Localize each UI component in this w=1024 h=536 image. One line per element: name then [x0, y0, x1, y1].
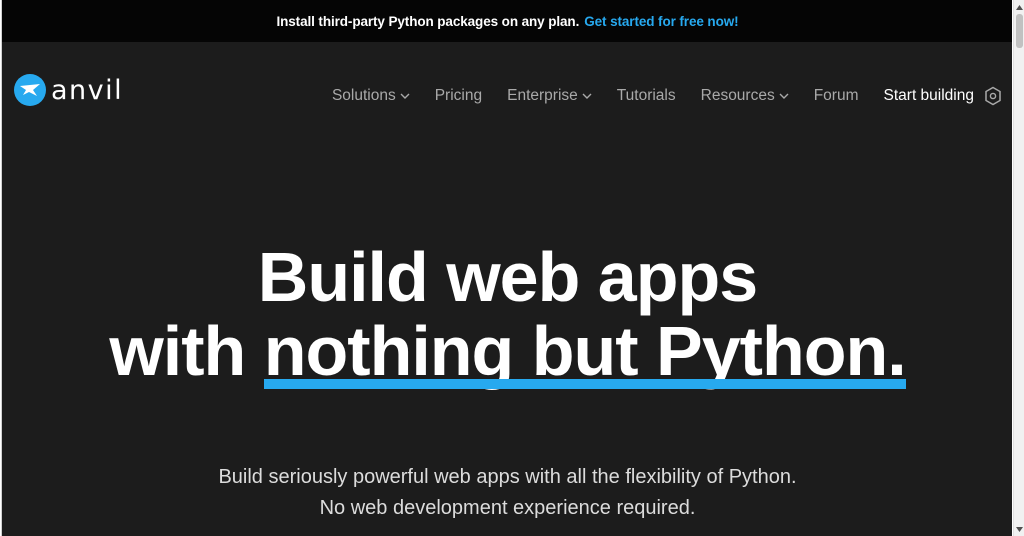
- nav-item-pricing[interactable]: Pricing: [435, 87, 482, 105]
- vertical-scrollbar[interactable]: [1013, 0, 1024, 536]
- chevron-down-icon: [582, 91, 592, 101]
- logo-link[interactable]: anvil: [14, 74, 123, 106]
- hero-subtitle: Build seriously powerful web apps with a…: [2, 462, 1012, 524]
- chevron-down-icon: [400, 91, 410, 101]
- scroll-down-arrow-icon[interactable]: [1014, 522, 1024, 536]
- start-building-link[interactable]: Start building: [884, 87, 974, 105]
- nav-item-label: Enterprise: [507, 87, 578, 104]
- nav-item-label: Resources: [700, 87, 775, 104]
- nav-item-resources[interactable]: Resources: [701, 87, 789, 105]
- anvil-logo-icon: [14, 74, 46, 106]
- main-nav: Solutions Pricing Enterprise Tutorials R…: [307, 84, 1002, 108]
- subtitle-line-1: Build seriously powerful web apps with a…: [218, 466, 797, 488]
- nav-item-label: Tutorials: [616, 87, 676, 104]
- nav-item-label: Pricing: [434, 87, 483, 104]
- hero-line-1: Build web apps: [257, 238, 758, 316]
- start-building-label: Start building: [883, 87, 974, 104]
- scroll-up-arrow-icon[interactable]: [1014, 0, 1024, 14]
- hero-line-2: with nothing but Python.: [2, 312, 1012, 390]
- hero-highlight: nothing but Python.: [263, 312, 907, 390]
- hexagon-icon[interactable]: [984, 86, 1002, 106]
- hero-line-2-prefix: with: [109, 312, 264, 390]
- banner-text: Install third-party Python packages on a…: [276, 13, 580, 29]
- nav-item-tutorials[interactable]: Tutorials: [617, 87, 676, 105]
- nav-item-solutions[interactable]: Solutions: [332, 87, 410, 105]
- banner-cta-link[interactable]: Get started for free now!: [584, 14, 738, 29]
- browser-viewport: Install third-party Python packages on a…: [1, 0, 1012, 536]
- scrollbar-thumb[interactable]: [1016, 14, 1023, 48]
- chevron-down-icon: [779, 91, 789, 101]
- logo-text: anvil: [51, 74, 124, 106]
- nav-item-label: Forum: [813, 87, 859, 104]
- nav-item-enterprise[interactable]: Enterprise: [507, 87, 592, 105]
- hero-heading: Build web apps with nothing but Python.: [2, 238, 1012, 390]
- nav-item-label: Solutions: [331, 87, 396, 104]
- nav-item-forum[interactable]: Forum: [814, 87, 859, 105]
- announcement-banner: Install third-party Python packages on a…: [2, 0, 1012, 42]
- subtitle-line-2: No web development experience required.: [319, 497, 696, 519]
